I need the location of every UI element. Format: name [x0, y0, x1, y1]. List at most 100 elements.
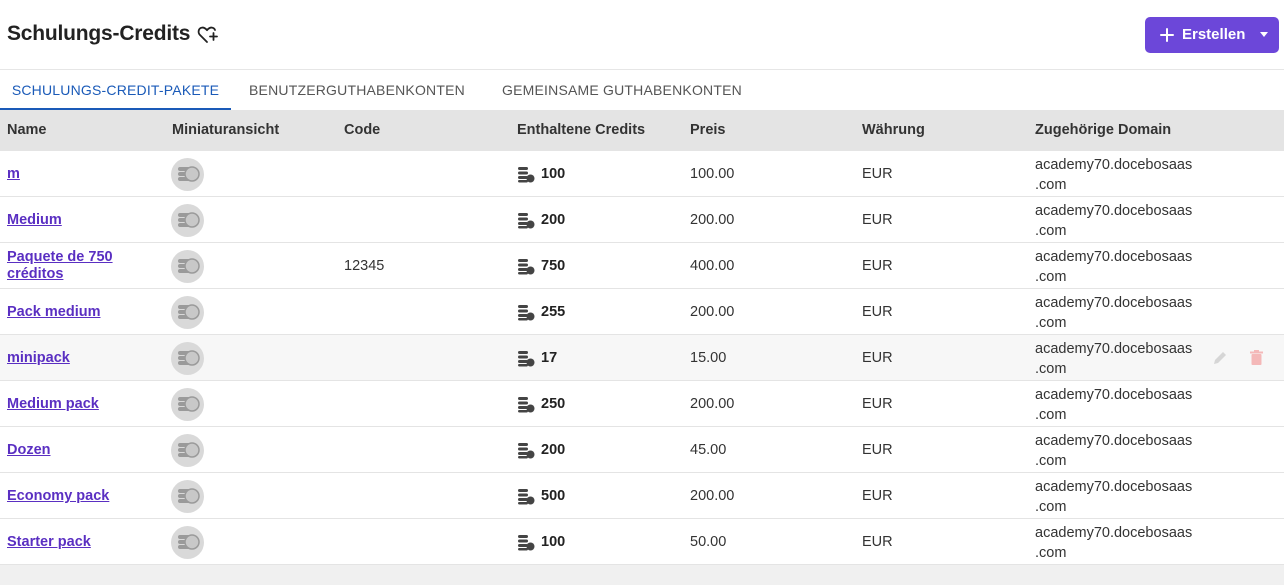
tab-benutzerguthabenkonten[interactable]: BENUTZERGUTHABENKONTEN	[241, 70, 473, 110]
coin-stack-icon	[171, 434, 204, 467]
column-name[interactable]: Name	[7, 110, 47, 151]
caret-down-icon[interactable]	[1260, 32, 1268, 37]
coins-icon	[518, 259, 535, 275]
table-row[interactable]: Starter pack 100 50.00 EUR academy70.doc…	[0, 519, 1284, 565]
price-value: 200.00	[690, 396, 735, 412]
coin-stack-icon	[171, 158, 204, 191]
domain-line-1: academy70.docebosaas	[1035, 157, 1193, 173]
table-row[interactable]: Medium 200 200.00 EUR academy70.docebosa…	[0, 197, 1284, 243]
coins-icon	[518, 535, 535, 551]
package-name-link[interactable]: Starter pack	[7, 534, 157, 551]
table-row[interactable]: Paquete de 750 créditos 12345 750 400.00 …	[0, 243, 1284, 289]
domain-line-1: academy70.docebosaas	[1035, 249, 1193, 265]
package-name-link[interactable]: Dozen	[7, 442, 157, 459]
code-value: 12345	[344, 258, 385, 274]
currency-value: EUR	[862, 304, 893, 320]
table-row[interactable]: Medium pack 250 200.00 EUR academy70.doc…	[0, 381, 1284, 427]
domain-line-1: academy70.docebosaas	[1035, 387, 1193, 403]
package-name-link[interactable]: Medium pack	[7, 396, 157, 413]
domain-value: academy70.docebosaas .com	[1035, 523, 1210, 563]
domain-line-2: .com	[1035, 177, 1067, 193]
tab-gemeinsame-guthabenkonten[interactable]: GEMEINSAME GUTHABENKONTEN	[495, 70, 749, 110]
coins-icon	[518, 213, 535, 229]
column-price[interactable]: Preis	[690, 110, 725, 151]
domain-value: academy70.docebosaas .com	[1035, 477, 1210, 517]
domain-line-2: .com	[1035, 223, 1067, 239]
price-value: 50.00	[690, 534, 727, 550]
column-domain[interactable]: Zugehörige Domain	[1035, 110, 1171, 151]
package-name-link[interactable]: m	[7, 166, 157, 183]
domain-value: academy70.docebosaas .com	[1035, 247, 1210, 287]
domain-value: academy70.docebosaas .com	[1035, 293, 1210, 333]
tab-schulungs-credit-pakete[interactable]: SCHULUNGS-CREDIT-PAKETE	[0, 70, 231, 110]
column-currency[interactable]: Währung	[862, 110, 925, 151]
table-row[interactable]: Pack medium 255 200.00 EUR academy70.doc…	[0, 289, 1284, 335]
coin-stack-icon	[171, 342, 204, 375]
domain-line-1: academy70.docebosaas	[1035, 525, 1193, 541]
domain-line-1: academy70.docebosaas	[1035, 479, 1193, 495]
domain-line-1: academy70.docebosaas	[1035, 295, 1193, 311]
package-name-line-2[interactable]: créditos	[7, 266, 63, 282]
currency-value: EUR	[862, 258, 893, 274]
domain-line-2: .com	[1035, 315, 1067, 331]
coins-icon	[518, 305, 535, 321]
table-row[interactable]: Economy pack 500 200.00 EUR academy70.do…	[0, 473, 1284, 519]
table-row[interactable]: Dozen 200 45.00 EUR academy70.docebosaas…	[0, 427, 1284, 473]
package-name-link[interactable]: minipack	[7, 350, 157, 367]
credits-value: 750	[541, 258, 566, 274]
currency-value: EUR	[862, 350, 893, 366]
currency-value: EUR	[862, 212, 893, 228]
credits-value: 100	[541, 166, 566, 182]
credits-value: 17	[541, 350, 558, 366]
package-name-link[interactable]: Medium	[7, 212, 157, 229]
domain-line-2: .com	[1035, 499, 1067, 515]
package-name-link[interactable]: Paquete de 750 créditos	[7, 249, 157, 283]
domain-line-1: academy70.docebosaas	[1035, 433, 1193, 449]
column-thumbnail: Miniaturansicht	[172, 122, 280, 138]
price-value: 400.00	[690, 258, 735, 274]
trash-icon[interactable]	[1250, 350, 1263, 365]
tab-bar: SCHULUNGS-CREDIT-PAKETE BENUTZERGUTHABEN…	[0, 70, 1284, 110]
price-value: 200.00	[690, 488, 735, 504]
column-credits[interactable]: Enthaltene Credits	[517, 110, 645, 151]
price-value: 100.00	[690, 166, 735, 182]
credits-value: 200	[541, 212, 566, 228]
coins-icon	[518, 351, 535, 367]
credits-value: 250	[541, 396, 566, 412]
credits-value: 200	[541, 442, 566, 458]
page-title: Schulungs-Credits	[7, 22, 191, 45]
page-footer-area	[0, 565, 1284, 585]
table-row[interactable]: m 100 100.00 EUR academy70.docebosaas .co…	[0, 151, 1284, 197]
domain-value: academy70.docebosaas .com	[1035, 201, 1210, 241]
credits-value: 100	[541, 534, 566, 550]
create-button[interactable]: Erstellen	[1145, 17, 1279, 53]
coin-stack-icon	[171, 204, 204, 237]
coin-stack-icon	[171, 388, 204, 421]
table-row[interactable]: minipack 17 15.00 EUR academy70.docebosa…	[0, 335, 1284, 381]
coin-stack-icon	[171, 526, 204, 559]
price-value: 200.00	[690, 212, 735, 228]
domain-value: academy70.docebosaas .com	[1035, 431, 1210, 471]
plus-icon	[1160, 28, 1174, 42]
domain-value: academy70.docebosaas .com	[1035, 339, 1210, 379]
coins-icon	[518, 397, 535, 413]
domain-line-1: academy70.docebosaas	[1035, 203, 1193, 219]
currency-value: EUR	[862, 488, 893, 504]
domain-line-2: .com	[1035, 269, 1067, 285]
table-header: Name Miniaturansicht Code Enthaltene Cre…	[0, 110, 1284, 151]
create-button-label: Erstellen	[1182, 26, 1246, 43]
coin-stack-icon	[171, 480, 204, 513]
package-name-link[interactable]: Pack medium	[7, 304, 157, 321]
column-code[interactable]: Code	[344, 110, 380, 151]
currency-value: EUR	[862, 534, 893, 550]
page-header: Schulungs-Credits Erstellen	[0, 0, 1284, 70]
pencil-icon[interactable]	[1212, 350, 1228, 366]
package-name-link[interactable]: Economy pack	[7, 488, 157, 505]
domain-line-1: academy70.docebosaas	[1035, 341, 1193, 357]
heart-plus-icon[interactable]	[197, 25, 219, 45]
price-value: 15.00	[690, 350, 727, 366]
currency-value: EUR	[862, 396, 893, 412]
currency-value: EUR	[862, 166, 893, 182]
coin-stack-icon	[171, 296, 204, 329]
package-name-line-1[interactable]: Paquete de 750	[7, 249, 113, 265]
